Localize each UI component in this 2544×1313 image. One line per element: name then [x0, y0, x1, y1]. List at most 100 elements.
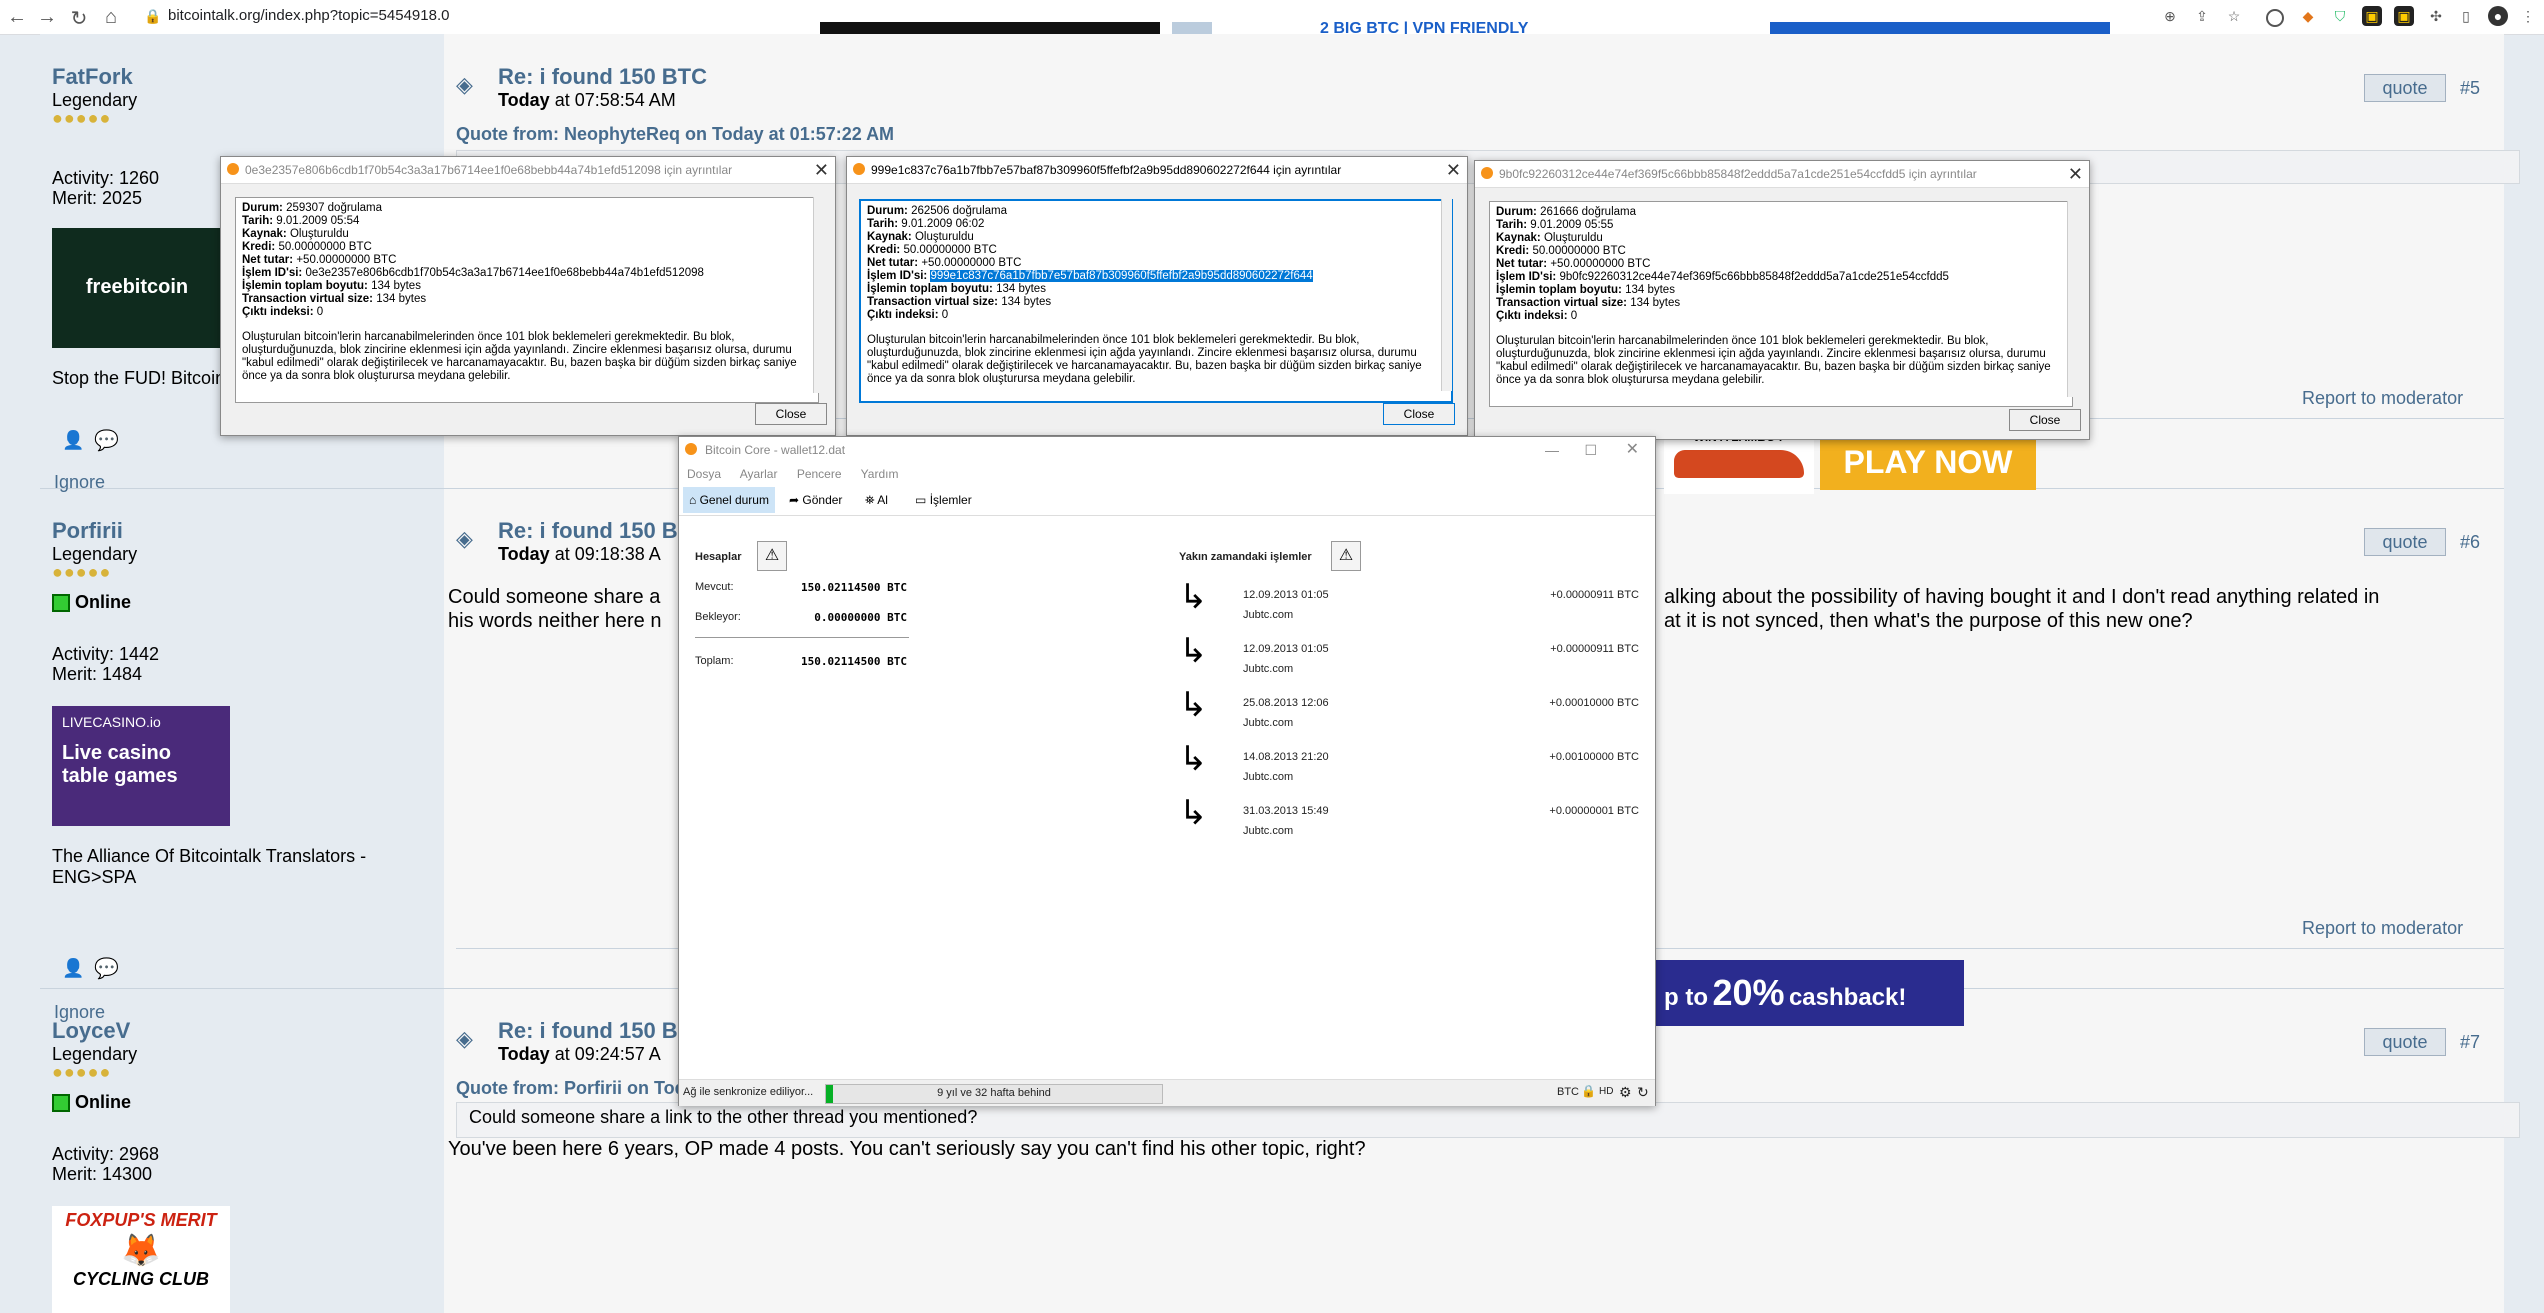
post-5-number[interactable]: #5	[2460, 78, 2480, 99]
tx-window-2-close-button[interactable]: Close	[1383, 403, 1455, 425]
post-6-number[interactable]: #6	[2460, 532, 2480, 553]
lock-icon[interactable]: 🔒	[144, 8, 161, 25]
play-now-ad[interactable]: PLAY NOW	[1820, 434, 2036, 490]
post-7-avatar[interactable]: FOXPUP'S MERIT 🦊 CYCLING CLUB	[52, 1206, 230, 1313]
back-icon[interactable]: ←	[4, 6, 30, 29]
recent-tx-row[interactable]: ↳ 31.03.2013 15:49 Jubtc.com +0.00000001…	[1179, 793, 1639, 847]
core-toolbar: ⌂ Genel durum ➦ Gönder ⛯ Al ▭ İşlemler	[679, 485, 1655, 516]
menu-pencere[interactable]: Pencere	[797, 467, 842, 481]
core-menubar: Dosya Ayarlar Pencere Yardım	[679, 463, 1655, 485]
minimize-icon[interactable]: —	[1545, 437, 1559, 463]
menu-ayarlar[interactable]: Ayarlar	[740, 467, 778, 481]
recent-tx-row[interactable]: ↳ 12.09.2013 01:05 Jubtc.com +0.00000911…	[1179, 577, 1639, 631]
sync-progress-bar[interactable]: 9 yıl ve 32 hafta behind	[825, 1084, 1163, 1104]
post-7-title[interactable]: Re: i found 150 B	[498, 1018, 678, 1044]
profile-icon[interactable]: 👤	[62, 958, 84, 979]
post-6-report-link[interactable]: Report to moderator	[2302, 918, 2463, 939]
extension-black2-icon[interactable]: ▣	[2394, 6, 2414, 26]
fox-bike-icon: 🦊	[121, 1232, 161, 1268]
core-titlebar[interactable]: Bitcoin Core - wallet12.dat — ☐ ✕	[679, 437, 1655, 463]
pending-balance: 0.00000000 BTC	[814, 611, 907, 624]
message-icon[interactable]: 💬	[94, 956, 119, 981]
profile-avatar-icon[interactable]: ●	[2488, 6, 2508, 26]
tab-receive[interactable]: ⛯ Al	[859, 487, 894, 513]
post-7-username[interactable]: LoyceV	[52, 1018, 130, 1044]
tx-window-3-close-button[interactable]: Close	[2009, 409, 2081, 431]
post-5-quote-header[interactable]: Quote from: NeophyteReq on Today at 01:5…	[456, 124, 894, 145]
post-7-quote-header[interactable]: Quote from: Porfirii on Tod	[456, 1078, 686, 1099]
unit-label[interactable]: BTC	[1557, 1086, 1579, 1098]
share-icon[interactable]: ⇪	[2192, 6, 2212, 26]
received-mined-icon: ↳	[1179, 632, 1208, 670]
bitcoin-core-window: Bitcoin Core - wallet12.dat — ☐ ✕ Dosya …	[678, 436, 1656, 1106]
hd-badge: HD	[1599, 1086, 1614, 1097]
menu-dosya[interactable]: Dosya	[687, 467, 721, 481]
post-5-rank-stars: ●●●●●	[52, 108, 112, 128]
post-5-username[interactable]: FatFork	[52, 64, 133, 90]
post-6-username[interactable]: Porfirii	[52, 518, 123, 544]
post-7-number[interactable]: #7	[2460, 1032, 2480, 1053]
post-6-date: Today at 09:18:38 A	[498, 544, 661, 564]
tab-send[interactable]: ➦ Gönder	[783, 487, 848, 513]
close-icon[interactable]: ✕	[1446, 157, 1461, 183]
zoom-icon[interactable]: ⊕	[2160, 6, 2180, 26]
post-6-avatar-line3: table games	[62, 765, 178, 787]
tx-window-1-scrollbar[interactable]	[813, 197, 824, 393]
network-icon[interactable]: ⚙	[1619, 1084, 1632, 1101]
close-icon[interactable]: ✕	[1626, 437, 1639, 463]
tx-window-3-scrollbar[interactable]	[2067, 201, 2078, 397]
bookmark-star-icon[interactable]: ☆	[2224, 6, 2244, 26]
home-icon[interactable]: ⌂	[98, 6, 124, 29]
close-icon[interactable]: ✕	[814, 157, 829, 183]
available-label: Mevcut:	[695, 581, 734, 593]
post-6-quote-button[interactable]: quote	[2364, 528, 2446, 556]
banner-ad-blue	[1770, 22, 2110, 34]
post-6-title[interactable]: Re: i found 150 B	[498, 518, 678, 544]
warning-icon[interactable]: ⚠	[1331, 541, 1361, 571]
post-7-rank-stars: ●●●●●	[52, 1062, 112, 1082]
post-5-merit: Merit: 2025	[52, 188, 143, 208]
forward-icon[interactable]: →	[34, 6, 60, 29]
sidepanel-icon[interactable]: ▯	[2456, 6, 2476, 26]
tx-window-1-details: Durum: 259307 doğrulama Tarih: 9.01.2009…	[235, 197, 819, 403]
recent-tx-row[interactable]: ↳ 25.08.2013 12:06 Jubtc.com +0.00010000…	[1179, 685, 1639, 739]
menu-yardim[interactable]: Yardım	[861, 467, 899, 481]
sync-progress-text: 9 yıl ve 32 hafta behind	[937, 1087, 1051, 1099]
post-5-quote-button[interactable]: quote	[2364, 74, 2446, 102]
tx-window-3-details: Durum: 261666 doğrulama Tarih: 9.01.2009…	[1489, 201, 2073, 407]
message-icon[interactable]: 💬	[94, 428, 119, 453]
post-5-avatar[interactable]: freebitcoin	[52, 228, 222, 348]
recent-tx-row[interactable]: ↳ 14.08.2013 21:20 Jubtc.com +0.00100000…	[1179, 739, 1639, 793]
tab-transactions[interactable]: ▭ İşlemler	[909, 487, 978, 513]
received-mined-icon: ↳	[1179, 686, 1208, 724]
post-7-status: Online	[52, 1092, 131, 1113]
home-icon: ⌂	[689, 493, 697, 507]
online-icon	[52, 1094, 70, 1113]
browser-toolbar: ← → ↻ ⌂ 🔒 bitcointalk.org/index.php?topi…	[0, 0, 2544, 37]
tx-window-2-details[interactable]: Durum: 262506 doğrulama Tarih: 9.01.2009…	[859, 199, 1453, 403]
available-balance: 150.02114500 BTC	[801, 581, 907, 594]
post-7-quote-button[interactable]: quote	[2364, 1028, 2446, 1056]
tx-window-3-titlebar[interactable]: 9b0fc92260312ce44e74ef369f5c66bbb85848f2…	[1475, 161, 2089, 188]
extension-black-icon[interactable]: ▣	[2362, 6, 2382, 26]
tx-window-1-close-button[interactable]: Close	[755, 403, 827, 425]
post-5-title[interactable]: Re: i found 150 BTC	[498, 64, 707, 90]
extension-ring-icon[interactable]	[2266, 9, 2284, 27]
post-5-report-link[interactable]: Report to moderator	[2302, 388, 2463, 409]
close-icon[interactable]: ✕	[2068, 161, 2083, 187]
warning-icon[interactable]: ⚠	[757, 541, 787, 571]
tx-window-2-titlebar[interactable]: 999e1c837c76a1b7fbb7e57baf87b309960f5ffe…	[847, 157, 1467, 184]
menu-kebab-icon[interactable]: ⋮	[2518, 6, 2538, 26]
recent-tx-row[interactable]: ↳ 12.09.2013 01:05 Jubtc.com +0.00000911…	[1179, 631, 1639, 685]
maximize-icon[interactable]: ☐	[1584, 437, 1597, 463]
extension-shield-icon[interactable]: ⛉	[2330, 6, 2350, 26]
address-bar[interactable]: bitcointalk.org/index.php?topic=5454918.…	[168, 7, 449, 24]
reload-icon[interactable]: ↻	[66, 6, 92, 31]
metamask-icon[interactable]: ◆	[2298, 6, 2318, 26]
tab-overview[interactable]: ⌂ Genel durum	[683, 487, 775, 513]
extensions-puzzle-icon[interactable]: ✣	[2426, 6, 2446, 26]
tx-window-1-titlebar[interactable]: 0e3e2357e806b6cdb1f70b54c3a3a17b6714ee1f…	[221, 157, 835, 184]
post-6-avatar[interactable]: LIVECASINO.io Live casino table games	[52, 706, 230, 826]
profile-icon[interactable]: 👤	[62, 430, 84, 451]
tx-window-2-scrollbar[interactable]	[1441, 199, 1452, 391]
